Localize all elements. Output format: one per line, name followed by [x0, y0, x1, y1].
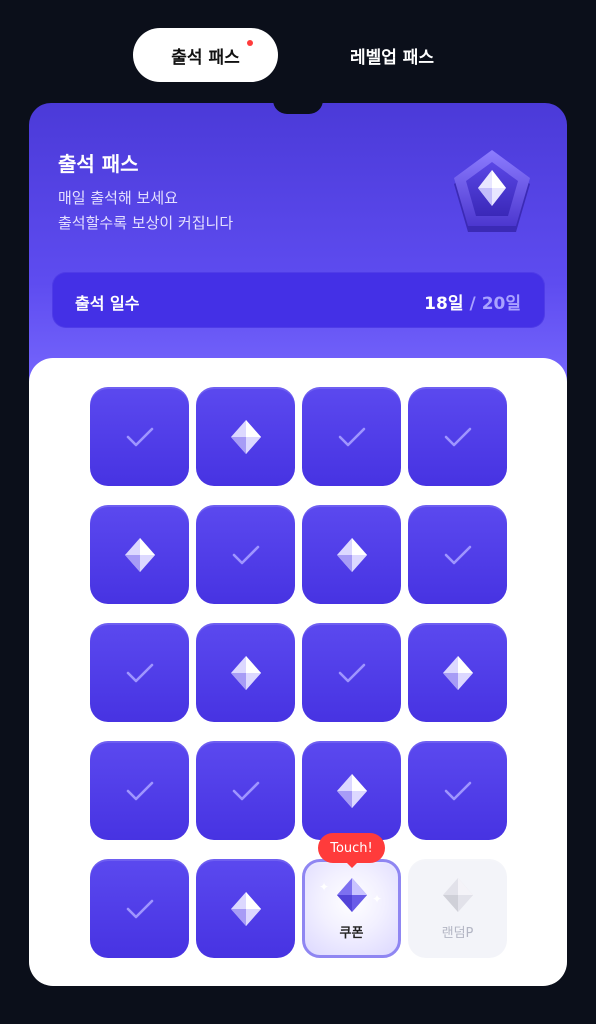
reward-tile-gem[interactable] — [196, 387, 295, 486]
new-indicator-dot — [247, 40, 253, 46]
diamond-icon — [335, 772, 369, 810]
coupon-label: 쿠폰 — [339, 926, 364, 941]
diamond-badge-icon — [448, 142, 536, 238]
hero-title: 출석 패스 — [58, 152, 139, 176]
checkmark-icon — [443, 426, 473, 448]
reward-tile-checked[interactable] — [196, 505, 295, 604]
attendance-days-value: 18일 / 20일 — [424, 289, 521, 314]
reward-tile-checked[interactable] — [90, 623, 189, 722]
reward-tile-checked[interactable] — [196, 741, 295, 840]
diamond-icon — [441, 654, 475, 692]
reward-tile-checked[interactable] — [408, 505, 507, 604]
checkmark-icon — [125, 780, 155, 802]
checkmark-icon — [443, 544, 473, 566]
reward-tile-gem[interactable] — [408, 623, 507, 722]
reward-tile-checked[interactable] — [90, 859, 189, 958]
reward-tile-checked[interactable] — [408, 741, 507, 840]
attendance-separator: / — [469, 294, 476, 314]
checkmark-icon — [337, 662, 367, 684]
diamond-icon — [229, 890, 263, 928]
reward-tile-gem[interactable] — [196, 623, 295, 722]
random-label: 랜덤P — [441, 926, 474, 941]
diamond-icon — [335, 876, 369, 914]
attendance-current: 18일 — [424, 294, 464, 314]
diamond-icon — [335, 536, 369, 574]
diamond-icon — [229, 418, 263, 456]
tab-levelup-pass[interactable]: 레벨업 패스 — [322, 28, 462, 82]
attendance-days-label: 출석 일수 — [75, 294, 140, 313]
reward-tile-checked[interactable] — [90, 741, 189, 840]
reward-tile-checked[interactable] — [90, 387, 189, 486]
diamond-icon — [123, 536, 157, 574]
reward-tile-gem[interactable] — [196, 859, 295, 958]
reward-tile-coupon[interactable]: 쿠폰 ✦ ✦ — [302, 859, 401, 958]
checkmark-icon — [231, 780, 261, 802]
diamond-icon — [441, 876, 475, 914]
reward-tile-gem[interactable] — [302, 505, 401, 604]
checkmark-icon — [231, 544, 261, 566]
checkmark-icon — [125, 662, 155, 684]
hero-subtitle-1: 매일 출석해 보세요 — [58, 189, 178, 207]
diamond-icon — [229, 654, 263, 692]
touch-tooltip-tail — [345, 861, 359, 868]
tab-attendance-pass[interactable]: 출석 패스 — [133, 28, 278, 82]
reward-tile-gem[interactable] — [302, 741, 401, 840]
tab-levelup-pass-label: 레벨업 패스 — [349, 47, 435, 68]
checkmark-icon — [443, 780, 473, 802]
tab-attendance-pass-label: 출석 패스 — [171, 47, 240, 68]
reward-tile-random[interactable]: 랜덤P — [408, 859, 507, 958]
reward-grid: 쿠폰 ✦ ✦ 랜덤P — [90, 387, 507, 958]
checkmark-icon — [125, 898, 155, 920]
reward-tile-gem[interactable] — [90, 505, 189, 604]
sparkle-icon: ✦ — [319, 880, 330, 894]
touch-tooltip: Touch! — [318, 833, 385, 863]
hero-subtitle-2: 출석할수록 보상이 커집니다 — [58, 214, 234, 232]
sparkle-icon: ✦ — [371, 892, 382, 906]
checkmark-icon — [125, 426, 155, 448]
hero-notch — [273, 100, 323, 114]
reward-tile-checked[interactable] — [408, 387, 507, 486]
reward-tile-checked[interactable] — [302, 623, 401, 722]
checkmark-icon — [337, 426, 367, 448]
reward-tile-checked[interactable] — [302, 387, 401, 486]
attendance-total: 20일 — [481, 294, 521, 314]
